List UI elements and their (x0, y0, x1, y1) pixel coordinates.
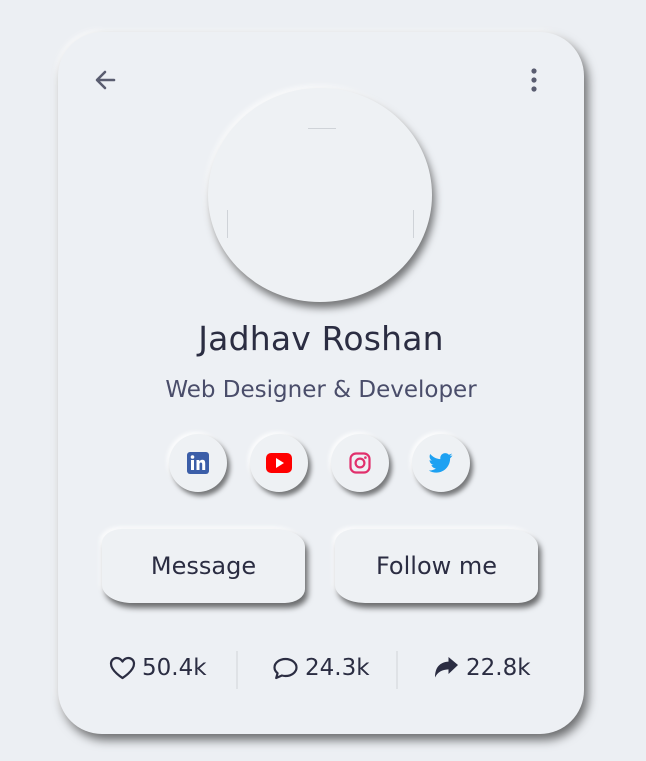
arrow-left-icon (95, 70, 116, 90)
more-options-button[interactable] (522, 66, 546, 94)
stat-divider (396, 651, 398, 689)
linkedin-button[interactable] (169, 434, 227, 492)
profile-role: Web Designer & Developer (165, 377, 477, 403)
shares-stat: 22.8k (433, 650, 531, 686)
comment-icon (273, 657, 298, 680)
heart-icon (109, 656, 136, 680)
likes-count: 50.4k (142, 655, 207, 681)
shares-count: 22.8k (466, 655, 531, 681)
youtube-button[interactable] (250, 434, 308, 492)
follow-button[interactable]: Follow me (335, 529, 538, 603)
profile-name: Jadhav Roshan (198, 319, 444, 358)
linkedin-icon (187, 452, 209, 474)
avatar (208, 88, 432, 302)
instagram-button[interactable] (331, 434, 389, 492)
stat-divider (236, 651, 238, 689)
more-vertical-icon (531, 68, 537, 92)
profile-card: Jadhav Roshan Web Designer & Developer M… (58, 32, 584, 734)
comments-count: 24.3k (305, 655, 370, 681)
message-button[interactable]: Message (102, 529, 305, 603)
comments-stat: 24.3k (272, 650, 370, 686)
back-button[interactable] (92, 66, 120, 94)
twitter-icon (429, 453, 453, 473)
share-icon (435, 657, 458, 678)
instagram-icon (349, 452, 371, 474)
likes-stat: 50.4k (109, 650, 207, 686)
twitter-button[interactable] (412, 434, 470, 492)
youtube-icon (266, 453, 292, 473)
